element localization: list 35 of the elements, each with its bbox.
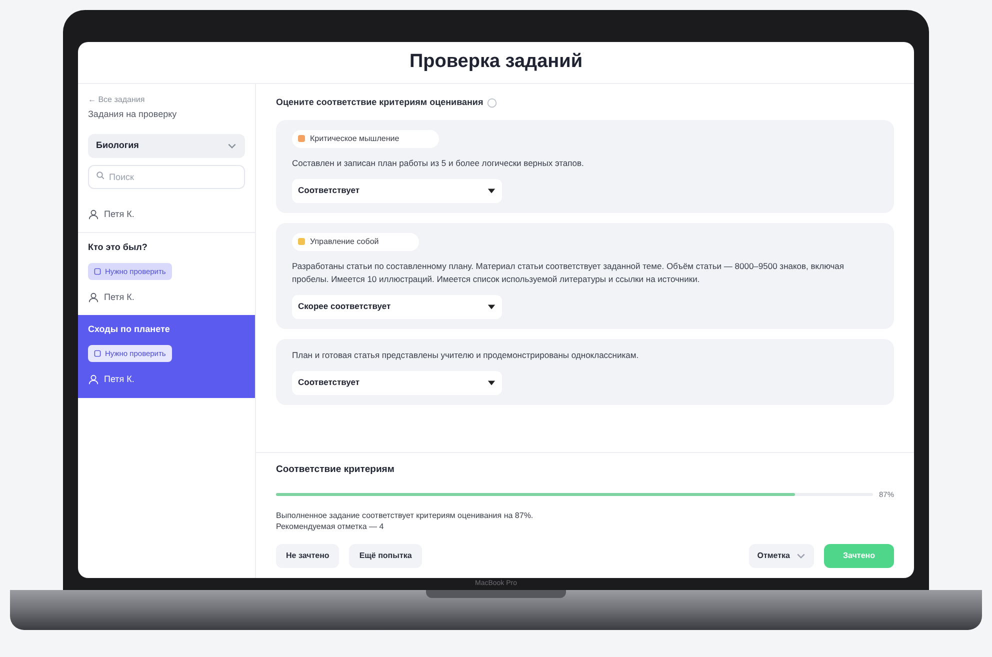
summary-title: Соответствие критериям [276, 462, 396, 476]
square-icon [94, 268, 101, 275]
caret-icon [487, 378, 496, 387]
user-icon [88, 374, 99, 386]
section-heading: Оцените соответствие критериям оценивания [276, 96, 484, 109]
task-item[interactable]: Петя К. [78, 196, 255, 232]
criterion-tag: Управление собой [292, 232, 419, 250]
rating-select[interactable]: Соответствует [292, 370, 502, 394]
grade-select[interactable]: Отметка [749, 544, 814, 568]
sidebar-subtitle: Задания на проверку [88, 108, 178, 121]
rating-select[interactable]: Скорее соответствует [292, 294, 502, 318]
rating-select[interactable]: Соответствует [292, 178, 502, 202]
criterion-text: Составлен и записан план работы из 5 и более логически верных этапов. [292, 156, 585, 170]
criterion-tag: Критическое мышление [292, 130, 440, 148]
user-icon [88, 208, 99, 220]
caret-icon [487, 302, 496, 311]
subject-select[interactable]: Биология [88, 134, 245, 158]
student-name: Петя К. [104, 373, 134, 386]
task-title: Сходы по планете [88, 323, 171, 336]
action-button[interactable]: Ещё попытка [349, 544, 422, 568]
task-title: Кто это был? [88, 241, 148, 254]
action-button[interactable]: Не зачтено [276, 544, 340, 568]
summary-text: Рекомендуемая отметка — 4 [276, 521, 385, 532]
window-title: Проверка заданий [409, 50, 583, 74]
caret-icon [487, 186, 496, 195]
search-icon [96, 170, 105, 180]
square-icon [94, 350, 101, 357]
student-name: Петя К. [104, 208, 134, 220]
user-icon [88, 292, 99, 303]
chevron-down-icon [796, 551, 806, 561]
search-field[interactable]: Поиск [88, 164, 245, 188]
criterion-text: План и готовая статья представлены учителю и продемонстрированы одноклассникам. [292, 348, 640, 362]
summary-text: Выполненное задание соответствует критериям оценивания на 87%. [276, 510, 534, 521]
student-name: Петя К. [104, 290, 134, 304]
criterion-text: Разработаны статьи по составленному плану. Материал статьи соответствует заданной теме. Объём статьи — 8000–9500 знаков, включая пробелы. Имеется 10 иллюстраций. Имеется список используемой литературы и ссылки на источники. [292, 260, 846, 286]
